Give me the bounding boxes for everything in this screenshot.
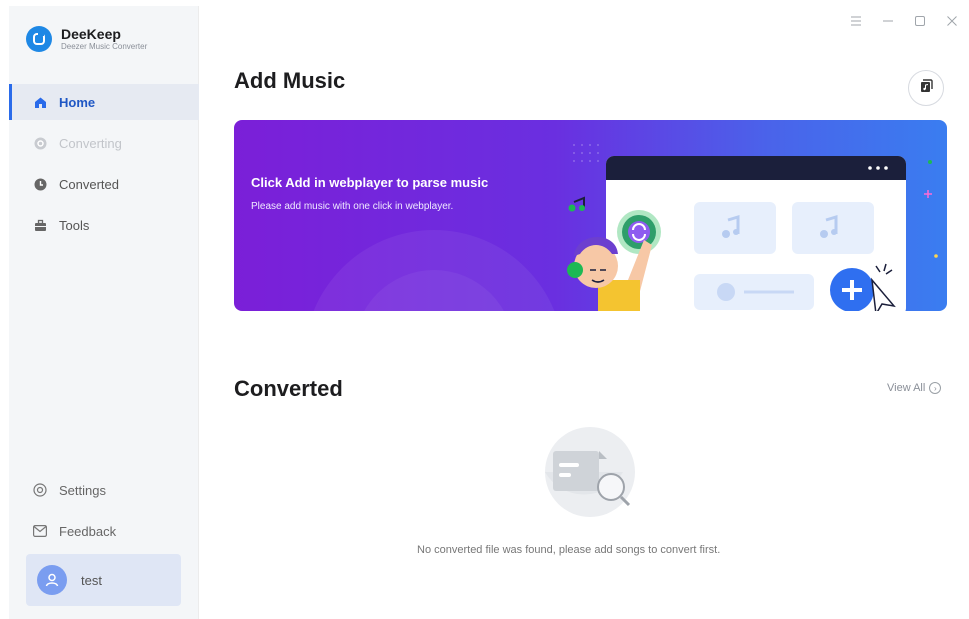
sidebar-item-settings[interactable]: Settings	[9, 472, 199, 508]
add-music-title: Add Music	[234, 68, 346, 93]
converting-icon	[33, 136, 47, 150]
banner-title: Click Add in webplayer to parse music	[251, 175, 489, 190]
app-logo: DeeKeep Deezer Music Converter	[26, 26, 147, 52]
app-name: DeeKeep	[61, 26, 121, 42]
sidebar: DeeKeep Deezer Music Converter Home Conv…	[9, 6, 199, 619]
sidebar-item-label: Converting	[59, 135, 122, 151]
empty-message: No converted file was found, please add …	[417, 544, 721, 556]
app-subtitle: Deezer Music Converter	[61, 42, 148, 51]
menu-icon[interactable]	[849, 14, 863, 29]
sidebar-item-label: Home	[59, 94, 96, 110]
view-all-label: View All	[887, 382, 926, 394]
user-avatar-icon	[37, 565, 67, 595]
user-name: test	[81, 572, 102, 588]
toolbox-icon	[33, 218, 47, 232]
chevron-right-icon: ›	[929, 382, 942, 394]
sidebar-item-feedback[interactable]: Feedback	[9, 513, 199, 549]
clock-icon	[33, 177, 47, 191]
app-logo-icon	[26, 26, 52, 52]
empty-state-icon	[545, 427, 635, 517]
add-music-button[interactable]	[908, 70, 944, 106]
maximize-icon[interactable]	[913, 14, 927, 29]
converted-title: Converted	[234, 376, 343, 401]
banner-subtitle: Please add music with one click in webpl…	[251, 201, 454, 212]
sidebar-item-label: Converted	[59, 176, 119, 192]
sidebar-item-home[interactable]: Home	[9, 84, 199, 120]
minimize-icon[interactable]	[881, 14, 895, 29]
view-all-link[interactable]: View All ›	[887, 382, 942, 394]
sidebar-item-label: Feedback	[59, 523, 117, 539]
gear-icon	[33, 483, 47, 497]
sidebar-item-label: Settings	[59, 482, 106, 498]
add-music-icon	[918, 78, 934, 99]
webplayer-banner[interactable]: Click Add in webplayer to parse music Pl…	[234, 120, 947, 311]
banner-illustration	[567, 144, 938, 311]
close-icon[interactable]	[945, 14, 959, 29]
sidebar-item-converted[interactable]: Converted	[9, 166, 199, 202]
sidebar-item-converting[interactable]: Converting	[9, 125, 199, 161]
main-nav: Home Converting Converted Tools	[9, 84, 199, 248]
window-controls	[849, 14, 959, 29]
mail-icon	[33, 524, 47, 538]
user-profile[interactable]: test	[26, 554, 181, 606]
home-icon	[33, 95, 47, 109]
bottom-nav: Settings Feedback	[9, 472, 199, 554]
sidebar-item-label: Tools	[59, 217, 90, 233]
sidebar-item-tools[interactable]: Tools	[9, 207, 199, 243]
